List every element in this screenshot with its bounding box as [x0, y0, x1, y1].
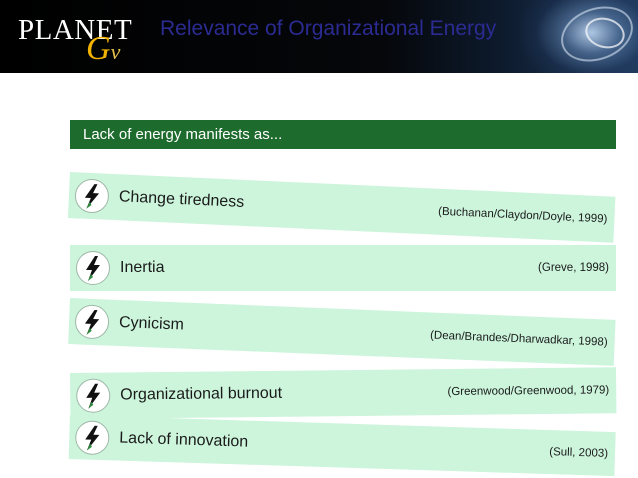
lightning-bolt-icon — [74, 420, 110, 456]
item-label: Lack of innovation — [119, 429, 249, 451]
lightning-bolt-icon — [74, 304, 110, 340]
lightning-bolt-icon — [74, 178, 110, 214]
lightning-bolt-icon — [76, 251, 110, 285]
item-citation: (Greve, 1998) — [538, 262, 609, 274]
item-citation: (Buchanan/Claydon/Doyle, 1999) — [437, 205, 608, 226]
item-label: Inertia — [120, 259, 165, 276]
list-item: Lack of innovation (Sull, 2003) — [68, 415, 616, 477]
slide-title: Relevance of Organizational Energy — [160, 17, 497, 40]
lightning-bolt-icon — [76, 378, 111, 413]
item-citation: (Dean/Brandes/Dharwadkar, 1998) — [429, 329, 608, 349]
item-citation: (Sull, 2003) — [549, 446, 609, 460]
planet-gv-logo: PLANET Gv — [18, 14, 148, 66]
logo-mark: Gv — [86, 30, 121, 67]
item-label: Organizational burnout — [120, 384, 283, 404]
banner-text: Lack of energy manifests as... — [83, 126, 283, 143]
list-item: Organizational burnout (Greenwood/Greenw… — [70, 367, 617, 419]
list-item: Change tiredness (Buchanan/Claydon/Doyle… — [67, 172, 616, 243]
item-label: Change tiredness — [118, 188, 245, 211]
item-label: Cynicism — [118, 313, 185, 334]
header-bar: PLANET Gv Relevance of Organizational En… — [0, 0, 638, 73]
item-citation: (Greenwood/Greenwood, 1979) — [447, 384, 610, 399]
list-item: Inertia (Greve, 1998) — [70, 245, 616, 291]
section-banner: Lack of energy manifests as... — [70, 120, 616, 149]
list-item: Cynicism (Dean/Brandes/Dharwadkar, 1998) — [68, 298, 616, 366]
